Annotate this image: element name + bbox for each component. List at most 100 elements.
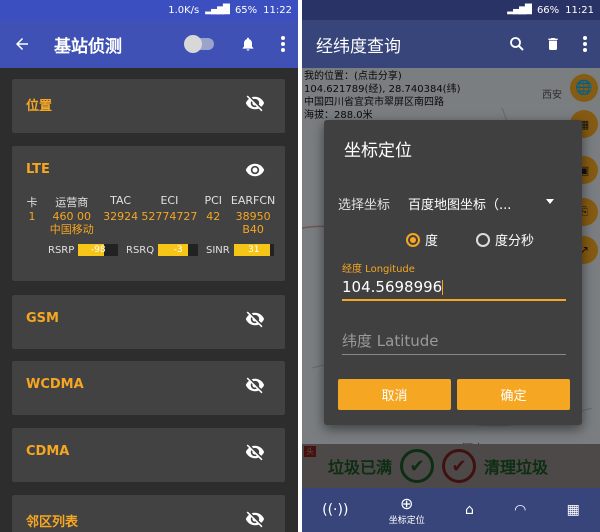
cell-detect-screen: 1.0K/s ▂▄▆█ 65% 11:22 基站侦测 位置 LTE 卡 运营商 … xyxy=(0,0,298,532)
meter-label: RSRQ xyxy=(126,244,155,256)
eye-off-icon[interactable] xyxy=(245,509,265,532)
operator-name: 中国移动 xyxy=(49,223,94,236)
nav-wifi[interactable]: ◠ xyxy=(514,502,526,518)
eye-icon[interactable] xyxy=(245,160,265,184)
operator-code: 460 00 xyxy=(52,210,92,223)
battery-level: 66% xyxy=(536,4,560,16)
sinr-meter: SINR 31 xyxy=(206,244,274,256)
coordinate-query-screen: ▂▄▆█ 66% 11:21 经纬度查询 我的位置：(点击分享) 104.621… xyxy=(302,0,600,532)
network-speed: 1.0K/s xyxy=(168,4,200,16)
status-time: 11:22 xyxy=(263,4,292,16)
delete-icon[interactable] xyxy=(538,35,568,53)
status-bar: ▂▄▆█ 66% 11:21 xyxy=(302,0,600,20)
val-eci: 52774727 xyxy=(141,210,198,223)
card-label: GSM xyxy=(26,311,59,326)
status-bar: 1.0K/s ▂▄▆█ 65% 11:22 xyxy=(0,0,298,20)
location-card[interactable]: 位置 xyxy=(12,79,285,133)
card-label: 邻区列表 xyxy=(26,515,79,530)
meter-value: 31 xyxy=(248,245,260,255)
radio-degree[interactable]: 度 xyxy=(406,230,438,249)
signal-icon: ▂▄▆█ xyxy=(507,5,532,15)
page-title: 基站侦测 xyxy=(54,36,122,57)
col-eci: ECI xyxy=(160,194,179,207)
meter-value: -98 xyxy=(90,245,106,255)
lte-header-row: 卡 运营商 TAC ECI PCI EARFCN xyxy=(22,194,279,210)
meter-label: SINR xyxy=(206,244,230,256)
col-operator: 运营商 xyxy=(55,196,89,209)
back-arrow-icon[interactable] xyxy=(0,35,44,53)
text-cursor xyxy=(442,280,444,295)
latitude-input[interactable]: 纬度 Latitude xyxy=(342,330,566,355)
nav-label: 坐标定位 xyxy=(388,516,425,526)
toggle-knob xyxy=(184,35,202,53)
wcdma-card[interactable]: WCDMA xyxy=(12,361,285,415)
bell-icon[interactable] xyxy=(236,35,260,53)
apps-grid-icon: ▦ xyxy=(566,502,580,518)
monitor-toggle[interactable] xyxy=(184,35,214,53)
meter-bar: 31 xyxy=(233,244,274,256)
status-time: 11:21 xyxy=(565,4,594,16)
card-label: WCDMA xyxy=(26,377,84,392)
neighbor-list-card[interactable]: 邻区列表 xyxy=(12,495,285,532)
card-label: CDMA xyxy=(26,444,70,459)
col-tac: TAC xyxy=(110,194,132,207)
longitude-input[interactable]: 104.5698996 xyxy=(342,278,566,301)
meter-bar: -3 xyxy=(158,244,199,256)
meter-bar: -98 xyxy=(78,244,119,256)
col-earfcn: EARFCN xyxy=(230,194,276,207)
band-value: B40 xyxy=(242,223,264,236)
lte-card[interactable]: LTE 卡 运营商 TAC ECI PCI EARFCN 1 460 00 中国… xyxy=(12,146,285,281)
signal-icon: ▂▄▆█ xyxy=(205,5,230,15)
search-icon[interactable] xyxy=(502,35,532,53)
coordinate-dialog: 坐标定位 选择坐标 百度地图坐标（... 度 度分秒 经度 Longitude … xyxy=(324,120,582,425)
val-pci: 42 xyxy=(206,210,221,223)
eye-off-icon[interactable] xyxy=(245,93,265,117)
val-tac: 32924 xyxy=(103,210,139,223)
eye-off-icon[interactable] xyxy=(245,309,265,333)
val-operator: 460 00 中国移动 xyxy=(42,210,102,236)
radio-unselected-icon xyxy=(476,232,490,247)
target-icon: ⊕ xyxy=(400,494,414,513)
gsm-card[interactable]: GSM xyxy=(12,295,285,349)
more-vert-icon[interactable] xyxy=(576,36,594,52)
val-earfcn: 38950 B40 xyxy=(227,210,279,236)
coord-select[interactable]: 百度地图坐标（... xyxy=(408,194,538,213)
signal-tower-icon: ((·)) xyxy=(322,502,349,518)
rsrq-meter: RSRQ -3 xyxy=(126,244,199,256)
radio-dms-label: 度分秒 xyxy=(495,234,535,249)
card-label: 位置 xyxy=(26,99,53,114)
earfcn-value: 38950 xyxy=(235,210,271,223)
radio-dms[interactable]: 度分秒 xyxy=(476,230,534,249)
radio-degree-label: 度 xyxy=(425,234,439,249)
meter-value: -3 xyxy=(173,245,183,255)
page-title: 经纬度查询 xyxy=(316,36,401,57)
ad-scrim xyxy=(302,444,600,488)
col-pci: PCI xyxy=(204,194,223,207)
card-label: LTE xyxy=(26,162,50,177)
radio-selected-icon xyxy=(406,232,420,247)
nav-signal[interactable]: ((·)) xyxy=(322,502,348,518)
chevron-down-icon[interactable] xyxy=(546,199,554,204)
nav-apps[interactable]: ▦ xyxy=(567,502,580,518)
nav-coordinate[interactable]: ⊕ 坐标定位 xyxy=(389,494,425,526)
cdma-card[interactable]: CDMA xyxy=(12,428,285,482)
longitude-value: 104.5698996 xyxy=(342,278,443,296)
toolbar: 经纬度查询 xyxy=(302,20,600,68)
dialog-title: 坐标定位 xyxy=(344,141,412,161)
router-icon: ⌂ xyxy=(464,502,474,518)
eye-off-icon[interactable] xyxy=(245,375,265,399)
rsrp-meter: RSRP -98 xyxy=(48,244,119,256)
cancel-button[interactable]: 取消 xyxy=(338,379,451,410)
ok-button[interactable]: 确定 xyxy=(457,379,570,410)
wifi-icon: ◠ xyxy=(514,502,527,518)
bottom-nav: ((·)) ⊕ 坐标定位 ⌂ ◠ ▦ xyxy=(302,488,600,532)
battery-level: 65% xyxy=(234,4,258,16)
coord-select-label: 选择坐标 xyxy=(338,198,391,213)
meter-label: RSRP xyxy=(48,244,75,256)
more-vert-icon[interactable] xyxy=(274,36,292,52)
longitude-label: 经度 Longitude xyxy=(342,264,415,275)
eye-off-icon[interactable] xyxy=(245,442,265,466)
col-sim: 卡 xyxy=(26,196,38,209)
nav-router[interactable]: ⌂ xyxy=(465,502,474,518)
val-sim: 1 xyxy=(28,210,36,223)
